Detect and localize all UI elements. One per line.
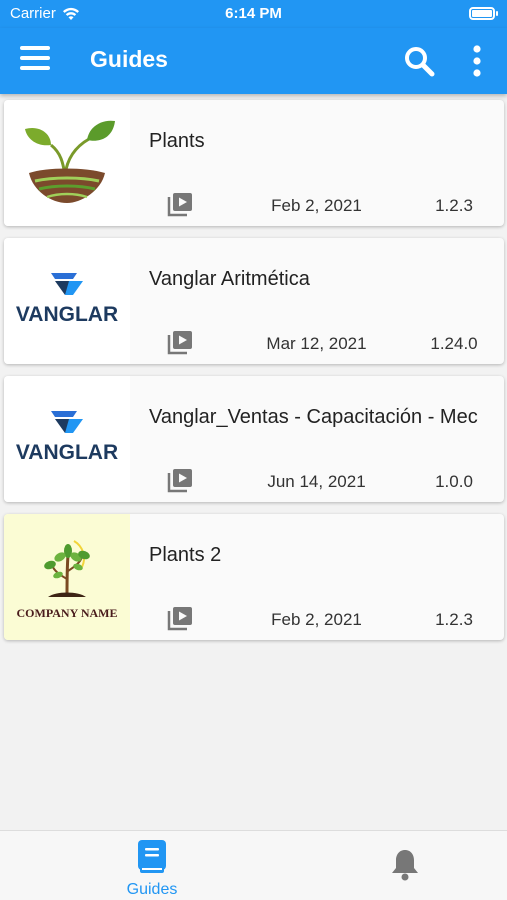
video-playlist-icon bbox=[167, 193, 192, 217]
guide-date: Feb 2, 2021 bbox=[271, 196, 362, 215]
menu-button[interactable] bbox=[20, 46, 50, 74]
vanglar-logo-icon: VANGLAR bbox=[16, 273, 118, 326]
guide-version: 1.0.0 bbox=[435, 472, 473, 491]
guide-name: Plants 2 bbox=[149, 544, 222, 566]
app-bar: Guides bbox=[0, 28, 507, 94]
menu-icon-line bbox=[20, 66, 50, 70]
more-options-icon[interactable] bbox=[466, 44, 488, 78]
book-icon bbox=[138, 840, 166, 873]
guide-version: 1.2.3 bbox=[435, 610, 473, 629]
guide-card[interactable]: VANGLAR Vanglar Aritmética Mar 12, 2021 … bbox=[4, 238, 504, 364]
guide-date: Feb 2, 2021 bbox=[271, 610, 362, 629]
company-plant-logo-icon: COMPANY NAME bbox=[17, 540, 118, 620]
guide-card[interactable]: COMPANY NAME Plants 2 Feb 2, 2021 1.2.3 bbox=[4, 514, 504, 640]
guide-thumbnail: VANGLAR bbox=[4, 376, 130, 502]
menu-icon-line bbox=[20, 46, 50, 50]
bell-icon[interactable] bbox=[388, 847, 422, 881]
guide-version: 1.2.3 bbox=[435, 196, 473, 215]
plant-logo-icon bbox=[25, 120, 115, 203]
guide-version: 1.24.0 bbox=[430, 334, 478, 353]
battery-icon bbox=[469, 7, 498, 20]
menu-icon-line bbox=[20, 56, 50, 60]
video-playlist-icon bbox=[167, 469, 192, 493]
guide-name: Vanglar Aritmética bbox=[149, 268, 310, 290]
vanglar-logo-text: VANGLAR bbox=[16, 303, 118, 326]
guide-name: Vanglar_Ventas - Capacitación - Mec bbox=[149, 406, 478, 428]
guide-card[interactable]: VANGLAR Vanglar_Ventas - Capacitación - … bbox=[4, 376, 504, 502]
status-bar: Carrier 6:14 PM bbox=[0, 0, 507, 28]
guide-thumbnail: VANGLAR bbox=[4, 238, 130, 364]
vanglar-logo-text: VANGLAR bbox=[16, 441, 118, 464]
guide-date: Mar 12, 2021 bbox=[266, 334, 367, 353]
search-icon[interactable] bbox=[402, 44, 436, 78]
company-name-logo-text: COMPANY NAME bbox=[17, 606, 118, 620]
status-time: 6:14 PM bbox=[225, 5, 282, 22]
tab-guides[interactable]: Guides bbox=[112, 839, 192, 898]
vanglar-logo-icon: VANGLAR bbox=[16, 411, 118, 464]
guide-date: Jun 14, 2021 bbox=[267, 472, 366, 491]
page-title: Guides bbox=[90, 46, 168, 72]
guide-card[interactable]: Plants Feb 2, 2021 1.2.3 bbox=[4, 100, 504, 226]
guide-thumbnail: COMPANY NAME bbox=[4, 514, 130, 640]
video-playlist-icon bbox=[167, 331, 192, 355]
guide-thumbnail bbox=[4, 100, 130, 226]
video-playlist-icon bbox=[167, 607, 192, 631]
bottom-navigation: Guides bbox=[0, 830, 507, 900]
guide-name: Plants bbox=[149, 130, 205, 152]
tab-guides-label: Guides bbox=[126, 881, 178, 898]
